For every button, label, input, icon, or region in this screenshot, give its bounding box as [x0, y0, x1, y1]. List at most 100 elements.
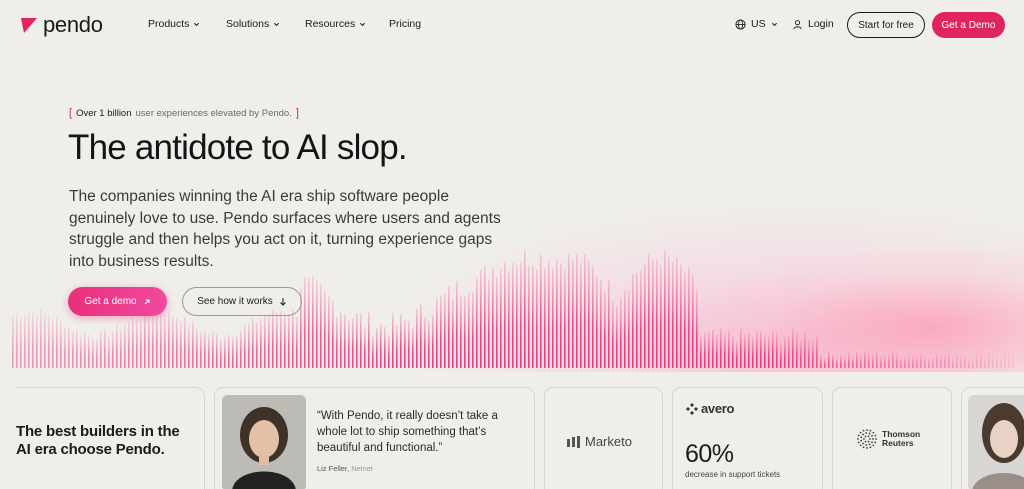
wave-bar — [32, 310, 34, 368]
wave-bar — [120, 329, 122, 368]
logo-dot — [872, 431, 875, 434]
logo-dot — [865, 432, 868, 434]
wave-bar — [884, 355, 886, 368]
wave-bar — [444, 293, 446, 368]
wave-bar — [772, 329, 774, 368]
wave-bar — [224, 337, 226, 368]
wave-bar — [640, 269, 642, 368]
login-link[interactable]: Login — [792, 18, 834, 30]
hero-description: The companies winning the AI era ship so… — [69, 188, 501, 270]
wave-bar — [860, 355, 862, 368]
wave-bar — [84, 332, 86, 368]
wave-bar — [660, 265, 662, 368]
wave-bar — [404, 319, 406, 368]
wave-bar — [40, 308, 42, 368]
wave-bar — [432, 314, 434, 368]
wave-bar — [276, 312, 278, 368]
wave-bar — [616, 306, 618, 368]
avero-stat-label: decrease in support tickets — [685, 470, 781, 479]
wave-bar — [16, 313, 18, 368]
logo-dot — [869, 438, 871, 440]
start-for-free-button[interactable]: Start for free — [847, 12, 925, 38]
chevron-down-icon — [360, 22, 366, 26]
wave-bar — [844, 356, 846, 368]
testimonial-author: Liz Feller, Nelnet — [317, 464, 373, 473]
wave-bar — [456, 281, 458, 368]
wave-bar — [792, 328, 794, 368]
wave-bar — [600, 279, 602, 368]
see-how-it-works-button[interactable]: See how it works — [182, 287, 302, 316]
wave-bar — [968, 357, 970, 368]
logo-dot — [857, 441, 860, 444]
thomson-reuters-card[interactable]: Thomson Reuters — [832, 387, 952, 489]
wave-bar — [528, 266, 530, 368]
nav-solutions[interactable]: Solutions — [226, 18, 280, 30]
wave-bar — [560, 263, 562, 368]
wave-bar — [804, 332, 806, 368]
wave-bar — [144, 308, 146, 368]
wave-bar — [320, 284, 322, 368]
wave-bar — [264, 315, 266, 368]
testimonial-card[interactable]: “With Pendo, it really doesn’t take a wh… — [214, 387, 535, 489]
hero-get-demo-button[interactable]: Get a demo — [68, 287, 167, 316]
wave-bar — [768, 336, 770, 368]
wave-bar — [56, 316, 58, 368]
wave-bar — [1004, 352, 1006, 368]
wave-bar — [88, 334, 90, 368]
wave-bar — [692, 274, 694, 368]
wave-bar — [124, 324, 126, 368]
wave-bar — [492, 268, 494, 368]
nav-resources[interactable]: Resources — [305, 18, 366, 30]
wave-bar — [412, 327, 414, 368]
tagline-text: user experiences elevated by Pendo. — [135, 107, 292, 119]
wave-bar — [980, 351, 982, 368]
wave-bar — [428, 320, 430, 368]
wave-bar — [776, 332, 778, 368]
marketo-card[interactable]: Marketo — [544, 387, 663, 489]
nav-products-label: Products — [148, 18, 190, 30]
wave-bar — [24, 314, 26, 368]
arrow-down-icon — [279, 298, 286, 306]
thomson-reuters-wordmark: Thomson Reuters — [882, 430, 920, 448]
wave-bar — [820, 355, 822, 368]
wave-bar — [604, 290, 606, 368]
wave-bar — [700, 335, 702, 368]
region-selector[interactable]: US — [735, 18, 778, 30]
tagline-bracket-open: [ — [69, 107, 73, 119]
get-a-demo-button[interactable]: Get a Demo — [932, 12, 1005, 38]
wave-bar — [228, 334, 230, 368]
card-outline — [16, 387, 205, 489]
wave-bar — [328, 295, 330, 368]
nav-pricing[interactable]: Pricing — [389, 18, 421, 30]
top-navigation: pendo Products Solutions Resources Prici… — [0, 0, 1024, 50]
avero-card[interactable]: avero 60% decrease in support tickets — [672, 387, 823, 489]
logo-dot — [859, 444, 862, 447]
wave-bar — [196, 327, 198, 368]
wave-bar — [540, 254, 542, 368]
wave-bar — [396, 325, 398, 368]
wave-bar — [592, 265, 594, 368]
wave-bar — [268, 314, 270, 368]
wave-bar — [656, 259, 658, 368]
wave-bar — [348, 320, 350, 368]
avero-stat-value: 60% — [685, 440, 734, 468]
logo-dot — [857, 434, 860, 437]
wave-bar — [96, 339, 98, 368]
chevron-down-icon — [274, 22, 280, 26]
wave-bar — [532, 265, 534, 368]
wave-bar — [816, 335, 818, 368]
wave-bar — [880, 356, 882, 368]
wave-bar — [340, 312, 342, 368]
wave-bar — [764, 335, 766, 368]
next-testimonial-card[interactable] — [961, 387, 1024, 489]
thomson-reuters-logo: Thomson Reuters — [857, 429, 920, 449]
wave-bar — [44, 312, 46, 368]
wave-bar — [480, 269, 482, 368]
wave-bar — [244, 325, 246, 368]
nav-products[interactable]: Products — [148, 18, 200, 30]
wave-bar — [92, 338, 94, 368]
wave-bar — [712, 329, 714, 368]
logo-dot — [862, 429, 865, 432]
pendo-logo[interactable]: pendo — [20, 13, 103, 37]
wave-bar — [420, 304, 422, 368]
